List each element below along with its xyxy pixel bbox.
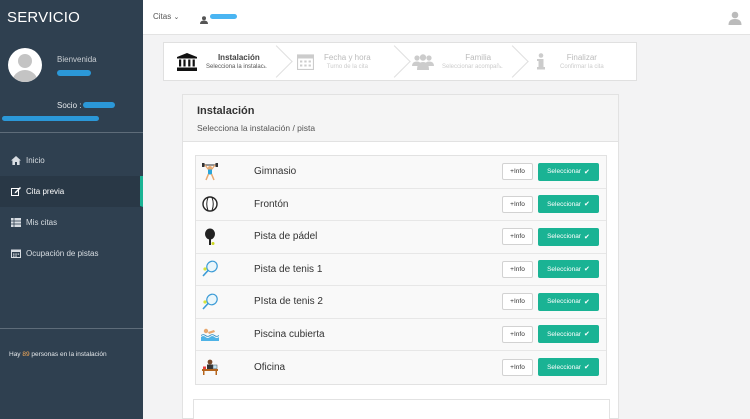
sidebar-item-label: Mis citas xyxy=(26,217,58,227)
info-button[interactable]: +Info xyxy=(502,163,533,181)
select-button[interactable]: Seleccionar ✔ xyxy=(538,292,599,311)
home-icon xyxy=(10,155,21,165)
check-icon: ✔ xyxy=(584,233,590,241)
top-navbar: Citas ⌄ xyxy=(143,0,750,35)
step-subtitle: Seleccionar acompañantes xyxy=(442,64,515,70)
check-icon: ✔ xyxy=(584,266,590,274)
sidebar-item-label: Inicio xyxy=(26,155,45,165)
list-item: Gimnasio +Info Seleccionar ✔ xyxy=(196,156,606,189)
occupancy-status: Hay 89 personas en la instalación xyxy=(9,351,107,358)
list-item: PIsta de tenis 2 +Info Seleccionar ✔ xyxy=(196,286,606,319)
occupancy-count: 89 xyxy=(22,351,30,358)
facility-name: Pista de pádel xyxy=(254,231,318,243)
redacted-socio xyxy=(83,102,115,108)
facility-list: Gimnasio +Info Seleccionar ✔ Frontón +Inf… xyxy=(195,155,607,385)
wizard-step-familia[interactable]: Familia Seleccionar acompañantes xyxy=(400,43,518,80)
tennis-racket-icon xyxy=(201,293,219,311)
ball-icon xyxy=(201,195,219,213)
panel-title: Instalación xyxy=(197,105,255,117)
facility-name: Piscina cubierta xyxy=(254,328,325,340)
avatar xyxy=(8,48,42,82)
facility-name: Oficina xyxy=(254,361,286,373)
top-user-info xyxy=(200,11,237,29)
list-icon xyxy=(10,217,21,227)
check-icon: ✔ xyxy=(584,331,590,339)
panel-subtitle: Selecciona la instalación / pista xyxy=(197,123,316,133)
info-button[interactable]: +Info xyxy=(502,358,533,376)
info-icon xyxy=(530,51,552,73)
user-menu-icon[interactable] xyxy=(728,11,742,25)
next-panel-edge xyxy=(193,399,610,419)
profile-block: Bienvenida Socio : xyxy=(0,37,143,133)
calendar-icon xyxy=(10,249,21,258)
info-button[interactable]: +Info xyxy=(502,228,533,246)
tennis-racket-icon xyxy=(201,260,219,278)
calendar-icon xyxy=(294,51,316,73)
step-subtitle: Selecciona la instalación xyxy=(206,64,272,70)
wizard-step-finalizar[interactable]: Finalizar Confirmar la cita xyxy=(518,43,636,80)
panel-header: Instalación Selecciona la instalación / … xyxy=(183,95,618,142)
select-button[interactable]: Seleccionar ✔ xyxy=(538,227,599,246)
facility-name: Gimnasio xyxy=(254,166,297,178)
swimmer-icon xyxy=(201,325,219,343)
list-item: Piscina cubierta +Info Seleccionar ✔ xyxy=(196,319,606,351)
sidebar-item-label: Ocupación de pistas xyxy=(26,248,99,258)
step-subtitle: Confirmar la cita xyxy=(560,64,604,70)
step-subtitle: Turno de la cita xyxy=(326,64,368,70)
facility-name: Pista de tenis 1 xyxy=(254,263,323,275)
facility-panel: Instalación Selecciona la instalación / … xyxy=(182,94,619,419)
info-button[interactable]: +Info xyxy=(502,293,533,311)
check-icon: ✔ xyxy=(584,168,590,176)
select-button[interactable]: Seleccionar ✔ xyxy=(538,162,599,181)
redacted-username xyxy=(210,14,237,19)
sidebar-item-label: Cita previa xyxy=(26,186,65,196)
wizard-step-fecha[interactable]: Fecha y hora Turno de la cita xyxy=(282,43,400,80)
padel-racket-icon xyxy=(201,228,219,246)
chevron-down-icon: ⌄ xyxy=(173,14,180,21)
select-button[interactable]: Seleccionar ✔ xyxy=(538,325,599,344)
socio-label: Socio : xyxy=(57,101,82,110)
check-icon: ✔ xyxy=(584,298,590,306)
office-icon xyxy=(201,358,219,376)
list-item: Pista de pádel +Info Seleccionar ✔ xyxy=(196,221,606,254)
info-button[interactable]: +Info xyxy=(502,325,533,343)
sidebar-divider xyxy=(0,328,143,329)
check-icon: ✔ xyxy=(584,201,590,209)
users-icon xyxy=(412,51,434,73)
select-button[interactable]: Seleccionar ✔ xyxy=(538,195,599,214)
redacted-email xyxy=(2,116,99,121)
list-item: Oficina +Info Seleccionar ✔ xyxy=(196,351,606,384)
sidebar-item-cita-previa[interactable]: Cita previa xyxy=(0,176,143,207)
sidebar-nav: Inicio Cita previa Mis citas Ocupación d… xyxy=(0,145,143,269)
sidebar: SERVICIO Bienvenida Socio : Inicio Cita … xyxy=(0,0,143,419)
redacted-name xyxy=(57,70,91,76)
user-icon xyxy=(200,16,208,24)
info-button[interactable]: +Info xyxy=(502,260,533,278)
list-item: Pista de tenis 1 +Info Seleccionar ✔ xyxy=(196,254,606,286)
step-title: Finalizar xyxy=(566,53,597,62)
select-button[interactable]: Seleccionar ✔ xyxy=(538,260,599,279)
edit-icon xyxy=(10,186,21,196)
sidebar-item-inicio[interactable]: Inicio xyxy=(0,145,143,176)
citas-dropdown[interactable]: Citas ⌄ xyxy=(153,12,179,21)
booking-wizard: Instalación Selecciona la instalación Fe… xyxy=(163,42,637,81)
select-button[interactable]: Seleccionar ✔ xyxy=(538,358,599,377)
facility-name: PIsta de tenis 2 xyxy=(254,296,323,308)
welcome-text: Bienvenida xyxy=(57,55,97,64)
step-title: Familia xyxy=(465,53,492,62)
weightlifter-icon xyxy=(201,162,219,181)
check-icon: ✔ xyxy=(584,364,590,372)
facility-name: Frontón xyxy=(254,198,289,210)
step-title: Instalación xyxy=(217,53,260,62)
sidebar-item-mis-citas[interactable]: Mis citas xyxy=(0,207,143,238)
wizard-step-instalacion[interactable]: Instalación Selecciona la instalación xyxy=(164,43,282,80)
step-title: Fecha y hora xyxy=(324,53,371,62)
list-item: Frontón +Info Seleccionar ✔ xyxy=(196,189,606,221)
info-button[interactable]: +Info xyxy=(502,195,533,213)
brand-title: SERVICIO xyxy=(7,9,81,26)
institution-icon xyxy=(176,51,198,73)
sidebar-item-ocupacion[interactable]: Ocupación de pistas xyxy=(0,238,143,269)
